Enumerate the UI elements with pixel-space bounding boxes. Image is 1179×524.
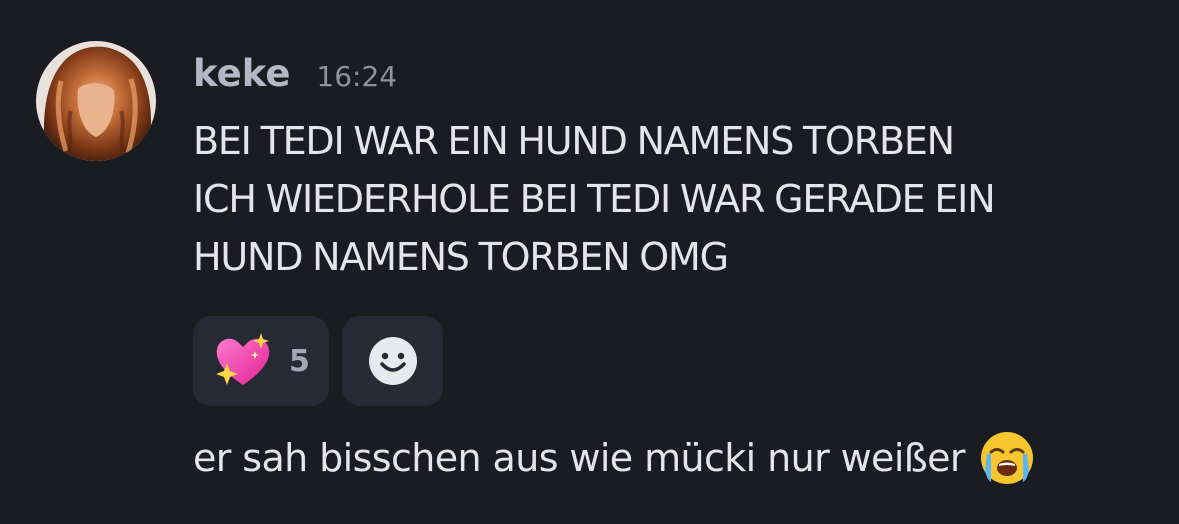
avatar[interactable] — [36, 41, 156, 161]
message-line: ICH WIEDERHOLE BEI TEDI WAR GERADE EIN — [193, 177, 996, 221]
add-reaction-button[interactable] — [342, 316, 443, 406]
loudly-crying-face-icon — [979, 430, 1035, 486]
reaction-sparkling-heart[interactable]: 5 — [193, 316, 329, 406]
sparkling-heart-icon — [216, 333, 270, 385]
avatar-image — [36, 41, 156, 161]
message-header: keke 16:24 — [193, 52, 397, 98]
reaction-count: 5 — [289, 343, 310, 379]
message-line: HUND NAMENS TORBEN OMG — [193, 235, 729, 279]
message-content: BEI TEDI WAR EIN HUND NAMENS TORBEN ICH … — [193, 112, 1153, 286]
reactions-bar: 5 — [193, 316, 443, 406]
smiley-face-icon — [368, 337, 417, 385]
message-line: BEI TEDI WAR EIN HUND NAMENS TORBEN — [193, 119, 955, 163]
followup-message: er sah bisschen aus wie mücki nur weißer — [193, 428, 1035, 488]
followup-text: er sah bisschen aus wie mücki nur weißer — [193, 436, 966, 480]
timestamp: 16:24 — [316, 60, 398, 93]
chat-message: keke 16:24 BEI TEDI WAR EIN HUND NAMENS … — [0, 0, 1179, 524]
username[interactable]: keke — [193, 52, 290, 95]
